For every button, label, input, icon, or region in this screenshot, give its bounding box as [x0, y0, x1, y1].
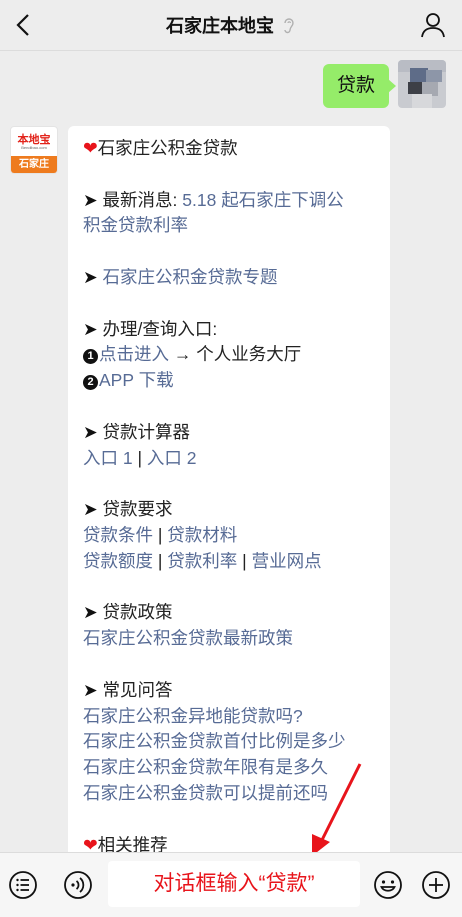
- handle-label: 办理/查询入口:: [102, 318, 218, 339]
- faq-item[interactable]: 石家庄公积金贷款年限有是多久: [83, 757, 328, 777]
- logo-city: 石家庄: [11, 156, 57, 173]
- business-hall-text: → 个人业务大厅: [173, 344, 302, 365]
- policy-label: 贷款政策: [102, 602, 173, 623]
- loan-conditions-link[interactable]: 贷款条件: [83, 525, 153, 545]
- loan-rate-link[interactable]: 贷款利率: [167, 551, 237, 571]
- outgoing-message[interactable]: 贷款: [323, 64, 397, 108]
- topic-link[interactable]: 石家庄公积金贷款专题: [103, 267, 278, 287]
- news-link[interactable]: 5.18 起石家庄下调公: [182, 190, 343, 210]
- enter-link[interactable]: 点击进入: [99, 344, 169, 364]
- arrow-icon: ➤: [83, 602, 103, 623]
- arrow-icon: ➤: [83, 266, 103, 287]
- message-title-line: ❤石家庄公积金贷款: [83, 136, 380, 162]
- heart-icon: ❤: [83, 138, 98, 158]
- number-one-icon: 1: [83, 349, 98, 365]
- arrow-icon: ➤: [83, 679, 103, 700]
- menu-list-icon[interactable]: [7, 869, 39, 901]
- faq-item[interactable]: 石家庄公积金贷款可以提前还吗: [83, 783, 328, 803]
- calculator-label: 贷款计算器: [102, 421, 191, 442]
- chat-input-bar: [0, 852, 462, 917]
- incoming-message: ❤石家庄公积金贷款 ➤ 最新消息: 5.18 起石家庄下调公 积金贷款利率 ➤ …: [68, 126, 390, 866]
- chat-header: 石家庄本地宝: [0, 0, 462, 51]
- loan-materials-link[interactable]: 贷款材料: [167, 525, 237, 545]
- add-plus-icon[interactable]: [420, 869, 452, 901]
- user-avatar[interactable]: [398, 60, 446, 108]
- faq-item[interactable]: 石家庄公积金异地能贷款吗?: [83, 706, 303, 726]
- app-download-link[interactable]: APP 下载: [99, 370, 174, 390]
- news-label: 最新消息:: [102, 189, 178, 210]
- faq-item[interactable]: 石家庄公积金贷款首付比例是多少: [83, 731, 346, 751]
- bendibao-logo-avatar[interactable]: 本地宝 Bendibao.com 石家庄: [10, 126, 58, 174]
- message-title: 石家庄公积金贷款: [97, 138, 238, 158]
- faq-label: 常见问答: [102, 679, 173, 700]
- arrow-icon: ➤: [83, 421, 103, 442]
- entry-2-link[interactable]: 入口 2: [147, 448, 197, 468]
- ear-mute-icon: [284, 18, 294, 34]
- policy-link[interactable]: 石家庄公积金贷款最新政策: [83, 628, 293, 648]
- number-two-icon: 2: [83, 375, 98, 391]
- entry-1-link[interactable]: 入口 1: [83, 448, 133, 468]
- logo-domain: Bendibao.com: [21, 145, 47, 150]
- voice-icon[interactable]: [62, 869, 94, 901]
- message-input[interactable]: [108, 861, 360, 907]
- arrow-icon: ➤: [83, 189, 103, 210]
- requirements-label: 贷款要求: [102, 499, 173, 520]
- arrow-icon: ➤: [83, 318, 103, 339]
- news-link-cont[interactable]: 积金贷款利率: [83, 215, 188, 235]
- profile-icon[interactable]: [418, 10, 448, 40]
- chat-title: 石家庄本地宝: [166, 16, 274, 36]
- loan-amount-link[interactable]: 贷款额度: [83, 551, 153, 571]
- arrow-icon: ➤: [83, 499, 103, 520]
- annotation-arrow-icon: [312, 763, 362, 856]
- service-outlets-link[interactable]: 营业网点: [252, 551, 322, 571]
- emoji-icon[interactable]: [372, 869, 404, 901]
